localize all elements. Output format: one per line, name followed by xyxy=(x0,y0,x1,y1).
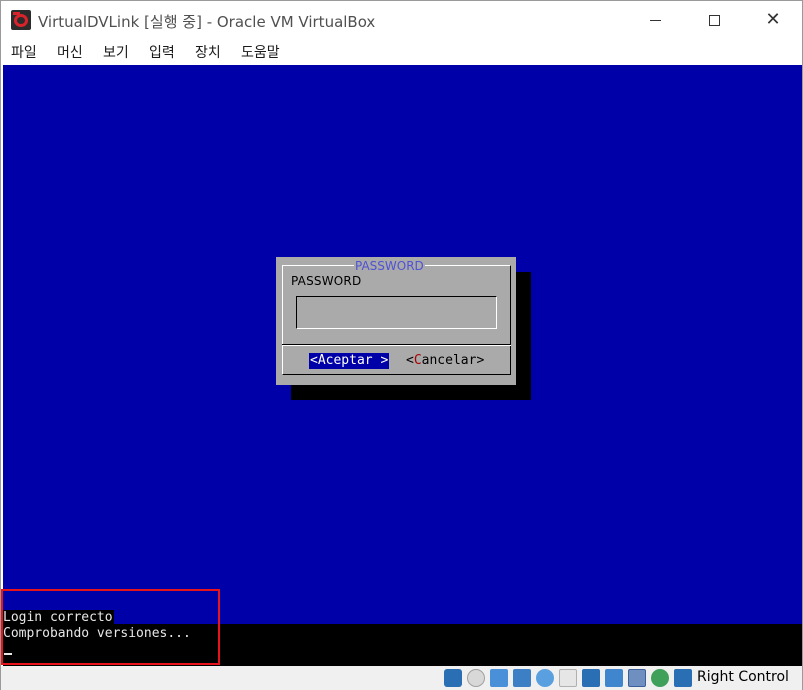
cancel-label-open: < xyxy=(406,353,414,368)
optical-drive-icon[interactable] xyxy=(467,669,485,687)
menu-view[interactable]: 보기 xyxy=(103,42,129,62)
window-title: VirtualDVLink [실행 중] - Oracle VM Virtual… xyxy=(38,13,376,31)
cancel-label-rest: ancelar> xyxy=(421,353,485,368)
dialog-title: PASSWORD xyxy=(354,259,425,273)
menu-devices[interactable]: 장치 xyxy=(195,42,221,62)
virtualbox-app-icon xyxy=(11,10,31,30)
shared-folder-icon[interactable] xyxy=(559,669,577,687)
vm-display[interactable]: PASSWORD PASSWORD <Aceptar > <Cancelar> … xyxy=(3,65,802,666)
menu-file[interactable]: 파일 xyxy=(11,42,37,62)
minimize-icon xyxy=(649,19,661,21)
highlight-annotation xyxy=(1,589,220,665)
network-icon[interactable] xyxy=(513,669,531,687)
virtualbox-window: VirtualDVLink [실행 중] - Oracle VM Virtual… xyxy=(0,0,803,690)
mouse-integration-icon[interactable] xyxy=(651,669,669,687)
cancel-button[interactable]: <Cancelar> xyxy=(406,353,484,369)
menu-machine[interactable]: 머신 xyxy=(57,42,83,62)
accept-button[interactable]: <Aceptar > xyxy=(309,353,390,369)
audio-icon[interactable] xyxy=(490,669,508,687)
usb-icon[interactable] xyxy=(536,669,554,687)
menu-help[interactable]: 도움말 xyxy=(241,42,280,62)
password-dialog: PASSWORD PASSWORD <Aceptar > <Cancelar> xyxy=(276,257,516,385)
host-key-label: Right Control xyxy=(697,669,789,685)
minimize-button[interactable] xyxy=(632,1,678,39)
dialog-separator xyxy=(282,344,511,346)
password-label: PASSWORD xyxy=(291,274,362,288)
menu-bar: 파일 머신 보기 입력 장치 도움말 xyxy=(1,39,802,65)
menu-input[interactable]: 입력 xyxy=(149,42,175,62)
close-button[interactable]: ✕ xyxy=(750,1,796,39)
hard-disk-icon[interactable] xyxy=(444,669,462,687)
display-icon[interactable] xyxy=(582,669,600,687)
keyboard-icon[interactable] xyxy=(674,669,692,687)
password-input[interactable] xyxy=(296,296,497,329)
title-bar[interactable]: VirtualDVLink [실행 중] - Oracle VM Virtual… xyxy=(1,1,802,39)
status-bar: Right Control xyxy=(1,666,802,690)
cancel-hotkey-letter: C xyxy=(413,353,422,368)
maximize-icon xyxy=(708,14,720,26)
close-icon: ✕ xyxy=(765,9,781,30)
video-capture-icon[interactable] xyxy=(605,669,623,687)
maximize-button[interactable] xyxy=(691,1,737,39)
virtualization-icon[interactable] xyxy=(628,669,646,687)
